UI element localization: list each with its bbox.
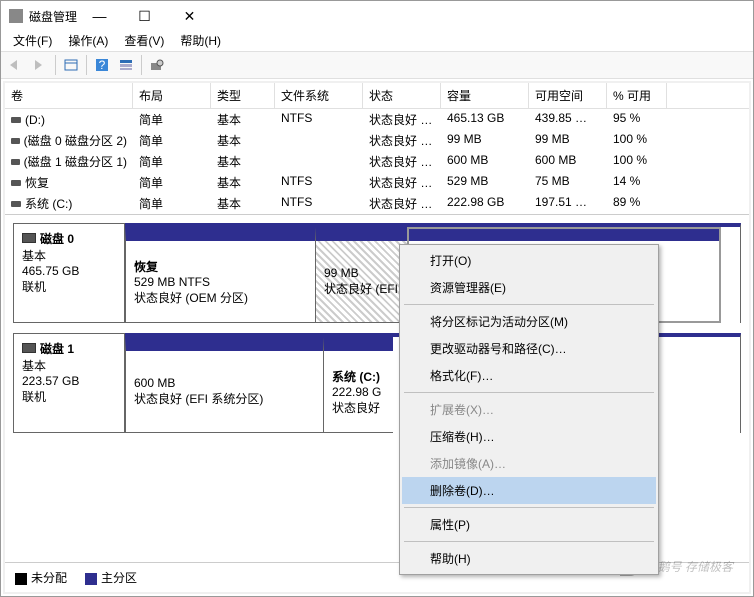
volume-icon xyxy=(11,159,20,165)
partition[interactable]: 系统 (C:)222.98 G状态良好 xyxy=(323,337,393,433)
legend-unalloc: 未分配 xyxy=(15,569,67,586)
disk-management-window: 磁盘管理 — ☐ ✕ 文件(F) 操作(A) 查看(V) 帮助(H) ? 卷 布… xyxy=(0,0,754,597)
disk-info[interactable]: 磁盘 0基本465.75 GB联机 xyxy=(13,223,125,323)
menubar: 文件(F) 操作(A) 查看(V) 帮助(H) xyxy=(1,31,753,51)
svg-text:?: ? xyxy=(99,58,106,72)
volume-row[interactable]: (D:)简单基本NTFS状态良好 (…465.13 GB439.85 …95 % xyxy=(5,109,749,130)
volume-table: 卷 布局 类型 文件系统 状态 容量 可用空间 % 可用 (D:)简单基本NTF… xyxy=(5,83,749,215)
titlebar: 磁盘管理 — ☐ ✕ xyxy=(1,1,753,31)
legend-black-icon xyxy=(15,573,27,585)
volume-row[interactable]: (磁盘 0 磁盘分区 2)简单基本状态良好 (…99 MB99 MB100 % xyxy=(5,130,749,151)
minimize-button[interactable]: — xyxy=(77,1,122,31)
volume-table-body: (D:)简单基本NTFS状态良好 (…465.13 GB439.85 …95 %… xyxy=(5,109,749,214)
volume-icon xyxy=(11,180,21,186)
ctx-separator xyxy=(404,541,654,542)
volume-row[interactable]: 恢复简单基本NTFS状态良好 (…529 MB75 MB14 % xyxy=(5,172,749,193)
volume-table-header: 卷 布局 类型 文件系统 状态 容量 可用空间 % 可用 xyxy=(5,83,749,109)
context-menu: 打开(O) 资源管理器(E) 将分区标记为活动分区(M) 更改驱动器号和路径(C… xyxy=(399,244,659,575)
toolbar-separator xyxy=(55,55,56,75)
ctx-format[interactable]: 格式化(F)… xyxy=(402,362,656,389)
legend-primary: 主分区 xyxy=(85,569,137,586)
partition[interactable]: 恢复529 MB NTFS状态良好 (OEM 分区) xyxy=(125,227,315,323)
menu-view[interactable]: 查看(V) xyxy=(116,30,172,51)
toolbar-separator xyxy=(141,55,142,75)
volume-row[interactable]: (磁盘 1 磁盘分区 1)简单基本状态良好 (…600 MB600 MB100 … xyxy=(5,151,749,172)
window-title: 磁盘管理 xyxy=(29,8,77,25)
back-button[interactable] xyxy=(5,54,27,76)
maximize-button[interactable]: ☐ xyxy=(122,1,167,31)
close-button[interactable]: ✕ xyxy=(167,1,212,31)
ctx-delete-volume[interactable]: 删除卷(D)… xyxy=(402,477,656,504)
menu-help[interactable]: 帮助(H) xyxy=(172,30,229,51)
col-layout[interactable]: 布局 xyxy=(133,83,211,108)
menu-action[interactable]: 操作(A) xyxy=(60,30,116,51)
partition[interactable]: 600 MB状态良好 (EFI 系统分区) xyxy=(125,337,323,433)
window-controls: — ☐ ✕ xyxy=(77,1,212,31)
properties-button[interactable] xyxy=(146,54,168,76)
toolbar-separator xyxy=(86,55,87,75)
help-button[interactable]: ? xyxy=(91,54,113,76)
list-button[interactable] xyxy=(115,54,137,76)
ctx-properties[interactable]: 属性(P) xyxy=(402,511,656,538)
ctx-mark-active[interactable]: 将分区标记为活动分区(M) xyxy=(402,308,656,335)
col-free[interactable]: 可用空间 xyxy=(529,83,607,108)
volume-icon xyxy=(11,117,21,123)
ctx-open[interactable]: 打开(O) xyxy=(402,247,656,274)
col-capacity[interactable]: 容量 xyxy=(441,83,529,108)
ctx-extend[interactable]: 扩展卷(X)… xyxy=(402,396,656,423)
forward-button[interactable] xyxy=(29,54,51,76)
disk-info[interactable]: 磁盘 1基本223.57 GB联机 xyxy=(13,333,125,433)
volume-icon xyxy=(11,138,20,144)
partition[interactable]: 99 MB状态良好 (EFI 系 xyxy=(315,227,407,323)
legend-blue-icon xyxy=(85,573,97,585)
ctx-shrink[interactable]: 压缩卷(H)… xyxy=(402,423,656,450)
volume-icon xyxy=(11,201,21,207)
col-fs[interactable]: 文件系统 xyxy=(275,83,363,108)
col-type[interactable]: 类型 xyxy=(211,83,275,108)
ctx-separator xyxy=(404,507,654,508)
menu-file[interactable]: 文件(F) xyxy=(5,30,60,51)
col-status[interactable]: 状态 xyxy=(363,83,441,108)
col-pct[interactable]: % 可用 xyxy=(607,83,667,108)
disk-icon xyxy=(22,343,36,353)
toolbar: ? xyxy=(1,51,753,79)
ctx-help[interactable]: 帮助(H) xyxy=(402,545,656,572)
ctx-separator xyxy=(404,392,654,393)
view-button[interactable] xyxy=(60,54,82,76)
volume-row[interactable]: 系统 (C:)简单基本NTFS状态良好 (…222.98 GB197.51 …8… xyxy=(5,193,749,214)
col-volume[interactable]: 卷 xyxy=(5,83,133,108)
disk-icon xyxy=(22,233,36,243)
app-icon xyxy=(9,9,23,23)
ctx-mirror[interactable]: 添加镜像(A)… xyxy=(402,450,656,477)
ctx-separator xyxy=(404,304,654,305)
ctx-change-letter[interactable]: 更改驱动器号和路径(C)… xyxy=(402,335,656,362)
ctx-explorer[interactable]: 资源管理器(E) xyxy=(402,274,656,301)
